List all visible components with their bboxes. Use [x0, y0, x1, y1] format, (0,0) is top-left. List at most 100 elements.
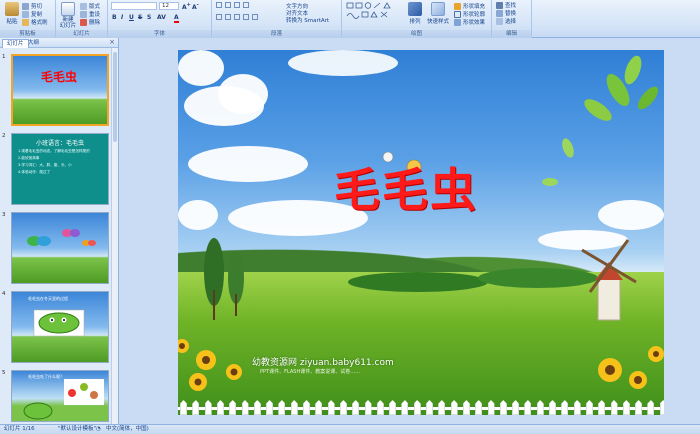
align-center-icon: [225, 14, 231, 20]
shape-fill-button[interactable]: 形状填充: [454, 2, 485, 10]
fence-picket: [327, 400, 335, 415]
fence-picket: [253, 400, 261, 415]
thumbnail-frame: 毛毛虫在冬天里的过程: [11, 291, 109, 363]
fence-picket: [647, 400, 655, 415]
effects-icon: [454, 19, 461, 26]
quick-styles-button[interactable]: 快速样式: [426, 2, 450, 25]
font-color-button[interactable]: A: [174, 14, 179, 23]
fence-picket: [278, 400, 286, 415]
thumbnail-heading: 小班语言：毛毛虫: [35, 140, 84, 147]
shadow-button[interactable]: S: [147, 14, 151, 21]
fence-picket: [376, 400, 384, 415]
caterpillar-icon: [33, 309, 85, 337]
arrange-icon: [408, 2, 422, 16]
fence-picket: [216, 400, 224, 415]
select-button[interactable]: 选择: [496, 17, 516, 25]
close-pane-icon[interactable]: ×: [109, 38, 115, 46]
delete-button[interactable]: 删除: [80, 18, 100, 26]
thumbnail-title: 毛毛虫: [41, 70, 78, 84]
fence-picket: [229, 400, 237, 415]
current-slide[interactable]: 毛毛虫 幼教资源网 ziyuan.baby611.com PPT课件、FLASH…: [178, 50, 664, 415]
status-bar: 幻灯片 1/16 "默认设计模板" ◔ 中文(简体，中国): [0, 424, 700, 434]
fence: [178, 399, 664, 415]
fence-picket: [635, 400, 643, 415]
drawing-group: 排列 快速样式 形状填充 形状轮廓 形状效果 绘图: [342, 0, 492, 38]
watermark-text: 幼教资源网 ziyuan.baby611.com: [252, 358, 394, 368]
fence-picket: [450, 400, 458, 415]
fence-picket: [290, 400, 298, 415]
delete-icon: [80, 19, 87, 26]
outline-icon: [454, 11, 461, 18]
shape-outline-button[interactable]: 形状轮廓: [454, 10, 485, 18]
fence-picket: [659, 400, 664, 415]
spacing-button[interactable]: AV: [157, 14, 166, 21]
shrink-font-icon[interactable]: A-: [192, 2, 199, 11]
tab-outline[interactable]: 大纲: [24, 39, 43, 48]
fence-picket: [475, 400, 483, 415]
fence-picket: [339, 400, 347, 415]
bullets-button[interactable]: [216, 2, 252, 10]
binoculars-icon: [496, 2, 503, 9]
replace-icon: [496, 10, 503, 17]
shape-effects-button[interactable]: 形状效果: [454, 18, 485, 26]
grow-font-icon[interactable]: A+: [182, 2, 191, 11]
slide-number: 2: [2, 133, 6, 139]
font-size-box[interactable]: 12: [159, 2, 179, 10]
fence-picket: [389, 400, 397, 415]
align-buttons[interactable]: [216, 14, 261, 22]
fence-picket: [438, 400, 446, 415]
cut-button[interactable]: 剪切: [22, 2, 42, 10]
format-painter-button[interactable]: 格式刷: [22, 18, 48, 26]
numbering-icon: [225, 2, 231, 8]
fence-picket: [499, 400, 507, 415]
thumbnail-line: 4.体验动作：爬过了: [18, 170, 51, 174]
fence-picket: [401, 400, 409, 415]
fence-picket: [598, 400, 606, 415]
new-slide-button[interactable]: 新建 幻灯片: [58, 2, 78, 29]
paragraph-group: 文字方向 对齐文本 转换为 SmartArt 段落: [212, 0, 342, 38]
fence-picket: [487, 400, 495, 415]
scrollbar-thumb[interactable]: [113, 52, 117, 142]
smartart-button[interactable]: 转换为 SmartArt: [286, 16, 329, 24]
ribbon: 粘贴 剪切 复制 格式刷 剪贴板 新建 幻灯片 版式 重设 删除 幻灯片 12 …: [0, 0, 700, 38]
strikethrough-button[interactable]: S: [138, 14, 142, 21]
layout-button[interactable]: 版式: [80, 2, 100, 10]
find-button[interactable]: 查找: [496, 1, 516, 9]
language: 中文(简体，中国): [106, 426, 149, 432]
cursor-icon: [496, 18, 503, 25]
language-icon: ◔: [96, 426, 101, 432]
underline-button[interactable]: U: [129, 14, 134, 21]
pane-tabs: 幻灯片 大纲 ×: [0, 38, 118, 48]
thumbnail-frame: 小班语言：毛毛虫 1.观看毛毛虫的动态，了解毛毛虫是怎样爬的 2.能欣赏故事 3…: [11, 133, 109, 205]
replace-button[interactable]: 替换: [496, 9, 516, 17]
copy-button[interactable]: 复制: [22, 10, 42, 18]
thumbnail-frame: 毛毛虫吃了什么呢？: [11, 370, 109, 422]
columns-icon: [252, 14, 258, 20]
new-slide-icon: [61, 2, 75, 16]
slide-canvas: 毛毛虫 幼教资源网 ziyuan.baby611.com PPT课件、FLASH…: [120, 38, 700, 424]
drawing-label: 绘图: [342, 30, 491, 38]
thumbnail-line: 2.能欣赏故事: [18, 156, 40, 160]
editing-label: 编辑: [492, 30, 531, 38]
paste-icon: [5, 2, 19, 16]
slide-title[interactable]: 毛毛虫: [334, 154, 478, 220]
reset-button[interactable]: 重设: [80, 10, 100, 18]
fence-picket: [352, 400, 360, 415]
fence-picket: [536, 400, 544, 415]
trees-icon: [178, 55, 664, 391]
indent-icon: [234, 2, 240, 8]
pane-scrollbar[interactable]: [111, 48, 118, 424]
font-name-box[interactable]: [111, 2, 157, 10]
slides-pane: 幻灯片 大纲 × 1 毛毛虫 2 小班语言：毛毛虫 1.观看毛毛虫的动态，了解毛…: [0, 38, 119, 424]
fence-picket: [549, 400, 556, 415]
arrange-button[interactable]: 排列: [406, 2, 424, 25]
brush-icon: [22, 19, 29, 26]
fence-picket: [241, 400, 249, 415]
align-right-icon: [234, 14, 240, 20]
bold-button[interactable]: B: [112, 14, 117, 21]
italic-button[interactable]: I: [121, 14, 123, 21]
fence-picket: [512, 400, 520, 415]
slide-number: 5: [2, 370, 6, 376]
shapes-gallery-icon[interactable]: [346, 2, 400, 28]
paste-button[interactable]: 粘贴: [3, 2, 21, 25]
